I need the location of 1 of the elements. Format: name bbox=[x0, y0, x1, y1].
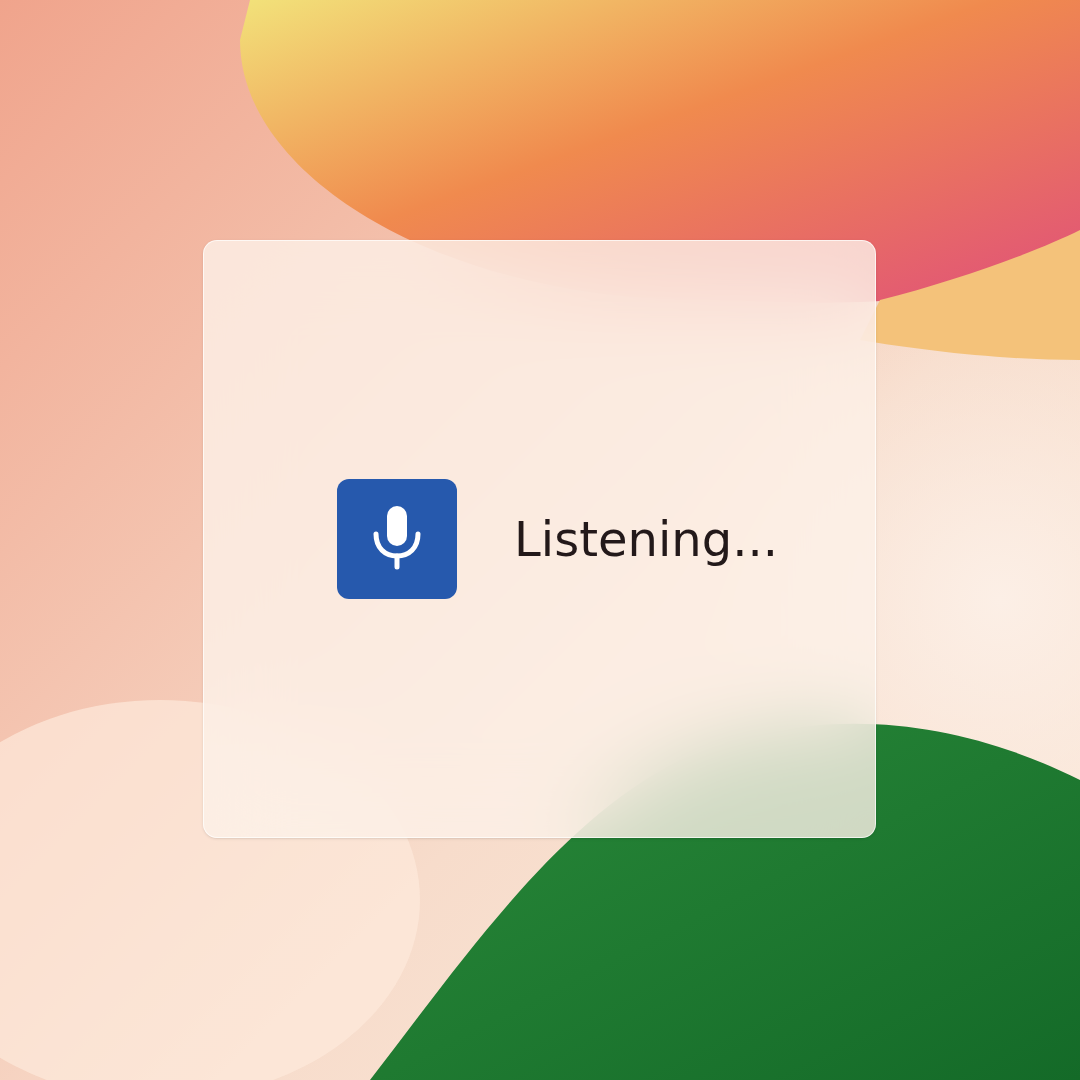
microphone-icon bbox=[337, 479, 458, 599]
